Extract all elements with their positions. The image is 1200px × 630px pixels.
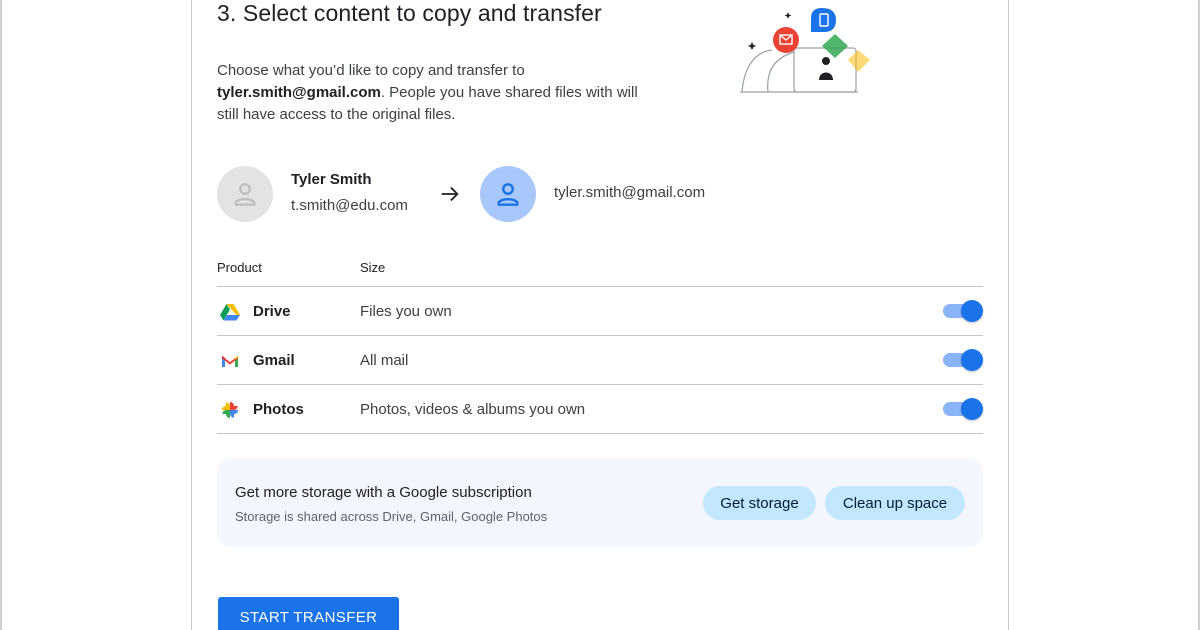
photos-toggle[interactable] xyxy=(943,398,983,420)
row-product-label: Photos xyxy=(253,401,304,418)
description-email: tyler.smith@gmail.com xyxy=(217,84,381,101)
source-avatar xyxy=(217,166,273,222)
description-before: Choose what you’d like to copy and trans… xyxy=(217,62,525,79)
toggle-thumb xyxy=(961,300,983,322)
arrow-right-icon xyxy=(441,186,459,202)
person-icon xyxy=(234,183,256,206)
header-product: Product xyxy=(217,260,262,275)
gmail-toggle[interactable] xyxy=(943,349,983,371)
google-photos-icon xyxy=(221,401,239,419)
google-drive-icon xyxy=(220,304,240,321)
get-storage-button[interactable]: Get storage xyxy=(703,486,816,520)
start-transfer-button[interactable]: START TRANSFER xyxy=(218,597,399,630)
gmail-icon xyxy=(222,356,238,367)
description-text: Choose what you’d like to copy and trans… xyxy=(217,60,657,126)
storage-promo: Get more storage with a Google subscript… xyxy=(217,459,983,547)
drive-toggle[interactable] xyxy=(943,300,983,322)
storage-title: Get more storage with a Google subscript… xyxy=(235,484,532,501)
person-icon xyxy=(497,183,519,206)
window-left-edge xyxy=(0,0,2,630)
toggle-thumb xyxy=(961,398,983,420)
row-size-label: Photos, videos & albums you own xyxy=(360,401,586,418)
table-header: Product Size xyxy=(217,255,983,287)
row-product-label: Gmail xyxy=(253,352,295,369)
destination-email: tyler.smith@gmail.com xyxy=(554,184,706,201)
row-product-label: Drive xyxy=(253,303,291,320)
table-row: Photos Photos, videos & albums you own xyxy=(217,385,983,434)
row-size-label: Files you own xyxy=(360,303,452,320)
source-name: Tyler Smith xyxy=(291,171,372,188)
transfer-illustration xyxy=(740,8,870,93)
table-row: Gmail All mail xyxy=(217,336,983,385)
product-table: Product Size Drive Files you own Gmail A… xyxy=(217,255,983,434)
row-size-label: All mail xyxy=(360,352,409,369)
toggle-thumb xyxy=(961,349,983,371)
page-title: 3. Select content to copy and transfer xyxy=(217,0,602,26)
header-size: Size xyxy=(360,260,386,275)
table-row: Drive Files you own xyxy=(217,287,983,336)
source-email: t.smith@edu.com xyxy=(291,197,408,214)
clean-up-space-button[interactable]: Clean up space xyxy=(825,486,965,520)
account-transfer-row: Tyler Smith t.smith@edu.com tyler.smith@… xyxy=(217,166,857,222)
storage-subtitle: Storage is shared across Drive, Gmail, G… xyxy=(235,509,548,524)
destination-avatar xyxy=(480,166,536,222)
